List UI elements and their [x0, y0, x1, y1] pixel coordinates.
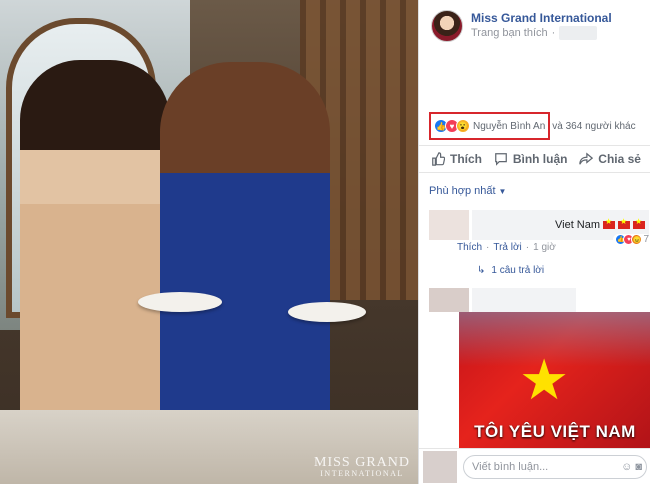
comment-reply-link[interactable]: Trả lời [493, 242, 521, 253]
sort-label: Phù hợp nhất [429, 185, 496, 197]
dot-separator: · [551, 27, 556, 39]
page-subtitle: Trang bạn thích · [471, 26, 612, 40]
post-side-panel: Miss Grand International Trang bạn thích… [418, 0, 650, 484]
page-meta: Miss Grand International Trang bạn thích… [471, 10, 612, 42]
view-replies-link[interactable]: ↳ 1 câu trả lời [477, 265, 650, 276]
watermark-subtext: INTERNATIONAL [320, 469, 404, 478]
like-button[interactable]: Thích [431, 152, 482, 166]
comment-icon [494, 153, 507, 166]
user-avatar[interactable] [423, 450, 457, 483]
post-photo[interactable]: MISS GRAND INTERNATIONAL [0, 0, 418, 484]
share-label: Chia sẻ [598, 152, 641, 166]
replies-count: 1 câu trả lời [491, 265, 545, 276]
person-right [160, 62, 330, 432]
comment-reaction-count: 7 [643, 234, 649, 245]
thumbs-up-icon [432, 152, 445, 166]
highlight-box: 👍 ♥ 😮 Nguyễn Bình An [429, 112, 551, 140]
photo-watermark: MISS GRAND INTERNATIONAL [314, 456, 410, 478]
post-actions: Thích Bình luận Chia sẻ [419, 145, 650, 173]
page-avatar[interactable] [431, 10, 463, 42]
gif-caption: TÔI YÊU VIỆT NAM [474, 422, 636, 441]
comment-gif[interactable]: ★ TÔI YÊU VIỆT NAM [459, 312, 650, 448]
reply-arrow-icon: ↳ [477, 265, 486, 276]
blurred-timestamp [559, 26, 598, 40]
comment-like-link[interactable]: Thích [457, 242, 482, 253]
comment-body: Viet Nam [555, 219, 601, 231]
reaction-summary[interactable]: 👍 ♥ 😮 Nguyễn Bình An và 364 người khác [429, 112, 641, 140]
commenter-name-blurred[interactable] [472, 210, 552, 240]
comment-item: Viet Nam 👍 ♥ 😠 7 Thích · Trả lời · 1 giờ… [429, 210, 650, 276]
camera-icon[interactable]: ◙ [635, 461, 642, 473]
dot-separator: · [525, 242, 530, 253]
reactor-name[interactable]: Nguyễn Bình An [473, 121, 545, 132]
comment-time[interactable]: 1 giờ [533, 242, 556, 253]
dot-separator: · [486, 242, 490, 253]
share-button[interactable]: Chia sẻ [579, 152, 641, 166]
plate [138, 292, 222, 312]
emoji-icon[interactable]: ☺ [621, 461, 632, 473]
comment-label: Bình luận [512, 152, 568, 166]
watermark-text: MISS GRAND [314, 455, 410, 470]
commenter-avatar-blurred[interactable] [429, 210, 469, 240]
comment-item [429, 288, 650, 312]
composer-icons: ☺ ◙ [621, 461, 646, 473]
share-icon [579, 152, 594, 165]
comment-composer: Viết bình luận... ☺ ◙ [419, 448, 650, 484]
comment-button[interactable]: Bình luận [494, 152, 568, 166]
comment-input[interactable]: Viết bình luận... ☺ ◙ [463, 454, 647, 479]
angry-icon: 😠 [631, 234, 643, 245]
liked-page-label: Trang bạn thích [471, 27, 548, 39]
vietnam-flag-icon [633, 217, 646, 229]
comment-row [429, 288, 650, 312]
comment-sort-dropdown[interactable]: Phù hợp nhất ▼ [429, 185, 506, 197]
comment-reactions[interactable]: 👍 ♥ 😠 7 [613, 234, 650, 245]
commenter-avatar-blurred[interactable] [429, 288, 469, 312]
comment-placeholder: Viết bình luận... [472, 460, 549, 473]
caret-down-icon: ▼ [498, 186, 507, 196]
reaction-icons: 👍 ♥ 😮 [434, 119, 470, 133]
like-label: Thích [450, 152, 482, 166]
commenter-name-blurred[interactable] [472, 288, 576, 312]
vietnam-flag-icon [603, 217, 616, 229]
person-left [20, 60, 170, 420]
vietnam-flag-icon [618, 217, 631, 229]
reactor-others[interactable]: và 364 người khác [552, 121, 635, 132]
page-name[interactable]: Miss Grand International [471, 10, 612, 26]
flag-star-icon: ★ [519, 348, 570, 411]
wow-icon: 😮 [456, 119, 470, 133]
post-header: Miss Grand International Trang bạn thích… [431, 10, 612, 42]
plate [288, 302, 366, 322]
